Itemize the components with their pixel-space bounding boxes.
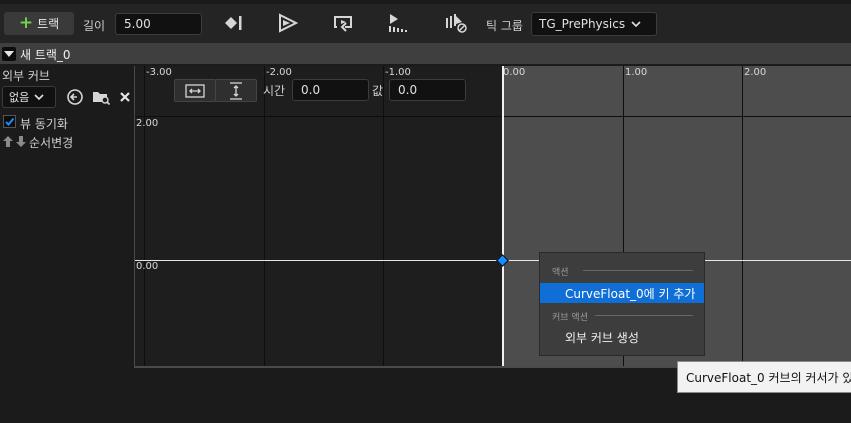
external-curve-dropdown[interactable]: 없음 bbox=[2, 86, 56, 108]
top-edge bbox=[0, 0, 851, 4]
context-menu: 액션 CurveFloat_0에 키 추가 커브 액션 외부 커브 생성 bbox=[539, 252, 705, 356]
chevron-down-icon bbox=[631, 21, 641, 28]
x-tick-label: 2.00 bbox=[744, 67, 767, 78]
chevron-down-icon bbox=[34, 94, 44, 101]
autoplay-icon[interactable] bbox=[275, 12, 301, 34]
menu-divider bbox=[583, 270, 693, 271]
value-input[interactable]: 0.0 bbox=[389, 79, 466, 101]
menu-section-curve-actions: 커브 액션 bbox=[552, 313, 588, 323]
checkmark-icon bbox=[5, 117, 15, 126]
add-track-button[interactable]: + 트랙 bbox=[4, 12, 74, 35]
grid-line bbox=[383, 66, 384, 366]
menu-divider bbox=[595, 315, 693, 316]
curve-line bbox=[135, 260, 851, 261]
tick-group-label: 틱 그룹 bbox=[486, 19, 523, 33]
time-label: 시간 bbox=[263, 84, 286, 98]
fit-horizontal-icon bbox=[185, 83, 205, 98]
plus-icon: + bbox=[18, 13, 34, 33]
fit-vertical-icon bbox=[230, 81, 242, 100]
time-input[interactable]: 0.0 bbox=[292, 79, 369, 101]
zoom-fit-horizontal-button[interactable] bbox=[174, 79, 216, 102]
x-tick-label: 0.00 bbox=[503, 67, 526, 78]
length-input[interactable]: 5.00 bbox=[115, 13, 202, 35]
create-external-curve-menu-item[interactable]: 외부 커브 생성 bbox=[540, 327, 704, 347]
x-tick-label: 1.00 bbox=[625, 67, 648, 78]
grid-line bbox=[144, 66, 145, 366]
collapse-toggle[interactable] bbox=[2, 47, 16, 61]
replicated-icon[interactable] bbox=[386, 12, 412, 34]
zoom-fit-vertical-button[interactable] bbox=[215, 79, 257, 102]
tick-group-value: TG_PrePhysics bbox=[539, 17, 626, 31]
grid-line bbox=[135, 116, 851, 117]
last-keyframe-icon[interactable] bbox=[220, 12, 246, 34]
x-tick-label: -3.00 bbox=[146, 67, 172, 78]
value-label: 값 bbox=[372, 84, 384, 98]
tooltip: CurveFloat_0 커브의 커서가 있는 bbox=[677, 361, 851, 393]
track-header bbox=[0, 43, 851, 64]
grid-line bbox=[264, 66, 265, 366]
external-curve-label: 외부 커브 bbox=[2, 69, 50, 83]
reorder-label: 순서변경 bbox=[29, 136, 74, 150]
tick-group-dropdown[interactable]: TG_PrePhysics bbox=[531, 12, 657, 36]
collapse-arrow-icon bbox=[4, 51, 14, 57]
external-curve-value: 없음 bbox=[9, 91, 30, 104]
menu-section-actions: 액션 bbox=[552, 268, 569, 278]
length-label: 길이 bbox=[83, 19, 106, 33]
track-name: 새 트랙_0 bbox=[20, 48, 71, 62]
add-key-menu-item[interactable]: CurveFloat_0에 키 추가 bbox=[540, 283, 704, 303]
browse-folder-icon[interactable] bbox=[91, 88, 111, 106]
loop-icon[interactable] bbox=[331, 12, 357, 34]
clear-icon[interactable] bbox=[118, 90, 132, 104]
grid-line bbox=[742, 66, 743, 366]
sync-view-checkbox[interactable] bbox=[3, 115, 16, 128]
ignore-time-dilation-icon[interactable] bbox=[443, 12, 469, 34]
y-tick-label: 0.00 bbox=[136, 261, 159, 272]
add-track-label: 트랙 bbox=[37, 17, 60, 31]
time-cursor[interactable] bbox=[502, 66, 504, 366]
reorder-arrows-icon[interactable] bbox=[2, 135, 28, 148]
y-tick-label: 2.00 bbox=[136, 118, 159, 129]
x-tick-label: -2.00 bbox=[266, 67, 292, 78]
use-asset-icon[interactable] bbox=[66, 88, 84, 106]
sync-view-label: 뷰 동기화 bbox=[20, 117, 68, 131]
x-tick-label: -1.00 bbox=[385, 67, 411, 78]
